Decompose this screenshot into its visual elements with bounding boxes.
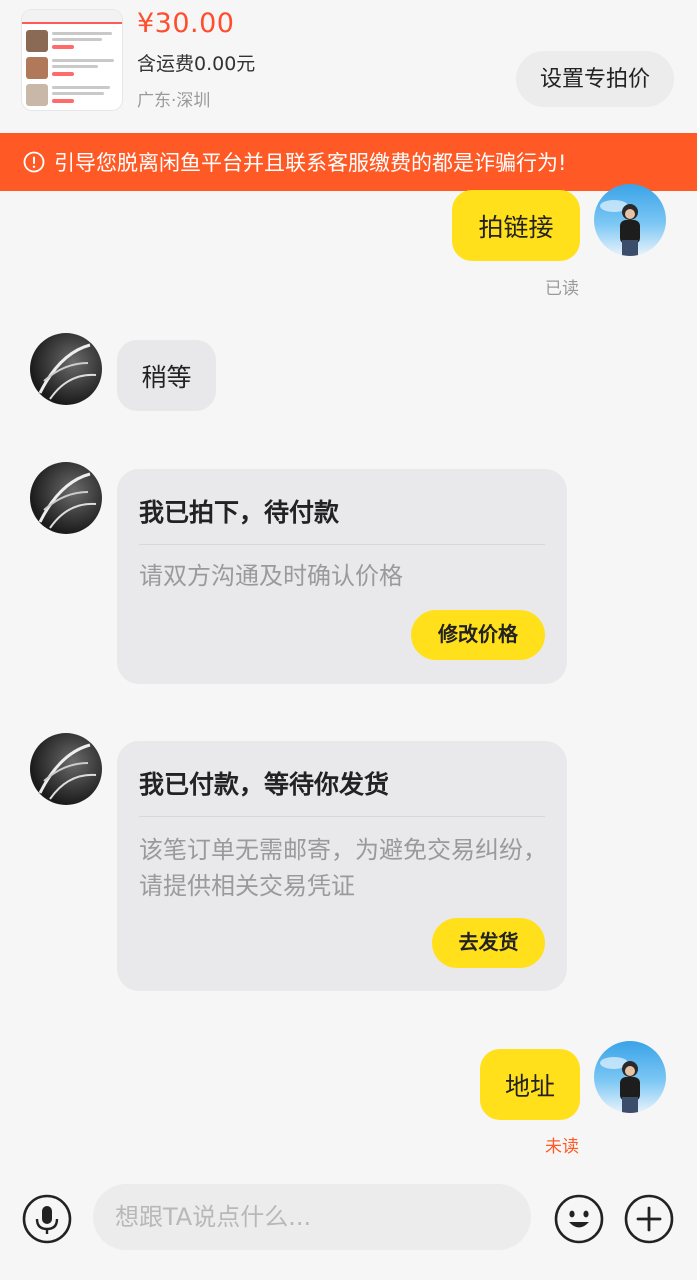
product-header: ¥30.00 含运费0.00元 广东·深圳 设置专拍价 <box>0 0 697 133</box>
modify-price-button[interactable]: 修改价格 <box>411 610 545 660</box>
microphone-icon <box>22 1194 72 1244</box>
message-bubble-peer[interactable]: 稍等 <box>117 340 216 411</box>
card-description: 该笔订单无需邮寄，为避免交易纠纷，请提供相关交易凭证 <box>139 836 547 900</box>
card-divider <box>139 544 545 545</box>
emoji-button[interactable] <box>553 1193 605 1245</box>
warning-text: 引导您脱离闲鱼平台并且联系客服缴费的都是诈骗行为! <box>54 151 567 175</box>
message-bubble-self[interactable]: 地址 <box>480 1049 580 1120</box>
peer-avatar[interactable] <box>30 462 102 534</box>
order-status-card-pending-payment: 我已拍下，待付款 请双方沟通及时确认价格 修改价格 <box>117 469 567 684</box>
more-options-button[interactable] <box>623 1193 675 1245</box>
emoji-icon <box>554 1194 604 1244</box>
self-avatar[interactable] <box>594 1041 666 1113</box>
card-title: 我已付款，等待你发货 <box>139 770 390 799</box>
card-description: 请双方沟通及时确认价格 <box>139 562 403 590</box>
peer-avatar[interactable] <box>30 333 102 405</box>
self-avatar[interactable] <box>594 184 666 256</box>
set-special-price-button[interactable]: 设置专拍价 <box>516 51 674 107</box>
voice-input-button[interactable] <box>21 1193 73 1245</box>
message-input[interactable] <box>93 1184 531 1250</box>
product-thumbnail[interactable] <box>22 10 122 110</box>
ship-goods-button[interactable]: 去发货 <box>432 918 545 968</box>
product-location: 广东·深圳 <box>137 91 211 111</box>
info-circle-icon <box>23 151 45 173</box>
unread-status: 未读 <box>545 1137 579 1157</box>
fraud-warning-banner: 引导您脱离闲鱼平台并且联系客服缴费的都是诈骗行为! <box>0 133 697 191</box>
product-shipping: 含运费0.00元 <box>137 53 256 75</box>
message-bubble-self[interactable]: 拍链接 <box>452 190 580 261</box>
card-title: 我已拍下，待付款 <box>139 498 340 527</box>
read-status: 已读 <box>545 279 579 299</box>
plus-icon <box>624 1194 674 1244</box>
product-price: ¥30.00 <box>137 8 235 39</box>
card-divider <box>139 816 545 817</box>
peer-avatar[interactable] <box>30 733 102 805</box>
order-status-card-paid: 我已付款，等待你发货 该笔订单无需邮寄，为避免交易纠纷，请提供相关交易凭证 去发… <box>117 741 567 991</box>
